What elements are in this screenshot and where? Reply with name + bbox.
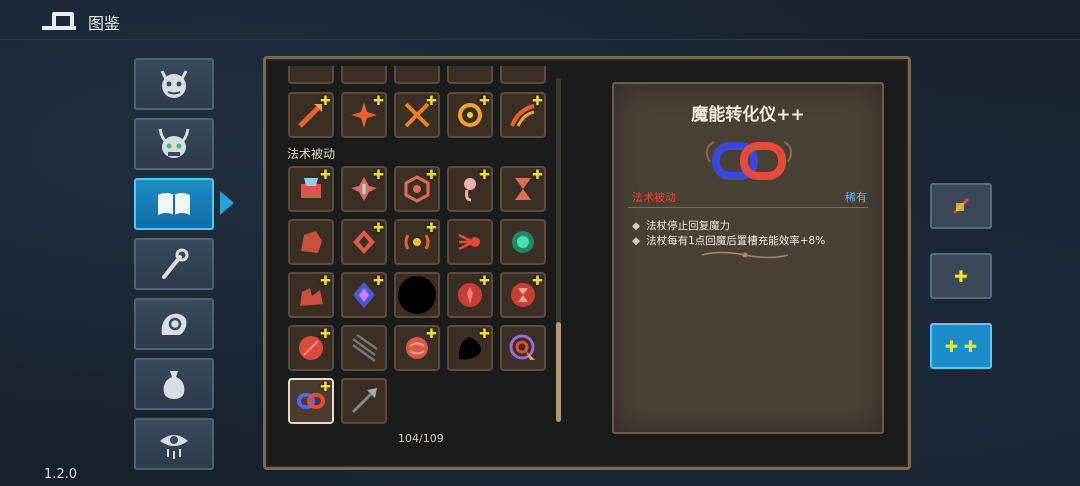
item-slot[interactable]: ✚ <box>447 166 493 212</box>
item-slot[interactable]: ✚ <box>500 166 546 212</box>
item-slot[interactable]: ✚ <box>341 166 387 212</box>
tab-spells[interactable] <box>134 298 214 350</box>
tab-creatures[interactable] <box>134 58 214 110</box>
clipped-row <box>288 66 550 86</box>
divider <box>628 207 868 208</box>
tab-codex[interactable] <box>134 178 214 230</box>
tab-wands[interactable] <box>134 238 214 290</box>
item-slot[interactable] <box>500 325 546 371</box>
item-orbit[interactable]: ✚ <box>447 92 493 138</box>
tab-curses[interactable] <box>134 418 214 470</box>
double-plus-icon: ✚ ✚ <box>944 336 978 356</box>
item-type: 法术被动 <box>632 191 676 204</box>
triple-shot-icon <box>458 233 480 251</box>
emerald-orb-icon <box>512 231 534 253</box>
item-slot[interactable] <box>394 272 440 318</box>
target-cursor-icon <box>509 334 535 360</box>
upgrade-level-2-button[interactable]: ✚ ✚ <box>930 323 992 369</box>
active-tab-pointer <box>220 191 234 215</box>
item-slot[interactable] <box>447 66 493 84</box>
single-plus-icon: ✚ <box>954 266 968 286</box>
open-book-icon <box>158 193 190 215</box>
version-label: 1.2.0 <box>44 467 78 482</box>
potion-bag-icon <box>163 371 185 399</box>
desc-line: ◆ 法杖每有1点回魔后置槽充能效率+8% <box>632 235 826 247</box>
collection-count: 104/109 <box>398 432 444 445</box>
top-bar: 图鉴 <box>0 0 1080 40</box>
void-orb-icon <box>398 276 436 314</box>
item-slot[interactable]: ✚ <box>447 272 493 318</box>
spear-icon <box>351 388 377 414</box>
ornament-divider-icon <box>701 251 789 259</box>
spell-hand-icon <box>161 313 187 335</box>
rock-icon <box>301 231 322 253</box>
tab-bosses[interactable] <box>134 118 214 170</box>
item-rarity: 稀有 <box>845 191 867 204</box>
item-slot[interactable] <box>288 66 334 84</box>
eye-icon <box>160 435 188 459</box>
item-slot[interactable] <box>341 66 387 84</box>
item-flame-arrow[interactable]: ✚ <box>288 92 334 138</box>
triple-needle-icon <box>352 333 378 363</box>
item-slot[interactable] <box>341 378 387 424</box>
scrollbar[interactable] <box>556 322 561 422</box>
item-slot[interactable]: ✚ <box>394 166 440 212</box>
horned-monster-icon <box>158 128 190 158</box>
item-slot[interactable]: ✚ <box>394 325 440 371</box>
item-fire-claw[interactable]: ✚ <box>500 92 546 138</box>
chain-link-large-icon <box>705 141 793 180</box>
magic-staff-icon <box>162 248 189 279</box>
demon-face-icon <box>160 70 188 98</box>
item-slot[interactable]: ✚ <box>500 272 546 318</box>
item-slot[interactable]: ✚ <box>447 325 493 371</box>
tab-items[interactable] <box>134 358 214 410</box>
item-slot[interactable]: ✚ <box>394 219 440 265</box>
item-crossed-spears[interactable]: ✚ <box>394 92 440 138</box>
item-slot[interactable] <box>341 325 387 371</box>
item-slot[interactable]: ✚ <box>341 219 387 265</box>
section-label: 法术被动 <box>287 147 336 161</box>
item-slot[interactable] <box>447 219 493 265</box>
item-slot[interactable]: ✚ <box>288 272 334 318</box>
item-slot[interactable]: ✚ <box>288 325 334 371</box>
crossed-out-icon <box>952 197 970 215</box>
item-slot[interactable] <box>394 66 440 84</box>
back-arrow-icon[interactable] <box>40 8 78 32</box>
page-title: 图鉴 <box>88 14 121 33</box>
desc-line: ◆ 法杖停止回复魔力 <box>632 220 731 232</box>
item-slot[interactable] <box>500 219 546 265</box>
item-slot[interactable]: ✚ <box>288 166 334 212</box>
item-name: 魔能转化仪++ <box>691 105 805 125</box>
item-slot[interactable] <box>500 66 546 84</box>
upgrade-level-0-button[interactable] <box>930 183 992 229</box>
item-mana-converter[interactable]: ✚ <box>288 378 334 424</box>
item-burst[interactable]: ✚ <box>341 92 387 138</box>
item-slot[interactable] <box>288 219 334 265</box>
upgrade-level-1-button[interactable]: ✚ <box>930 253 992 299</box>
item-slot[interactable]: ✚ <box>341 272 387 318</box>
